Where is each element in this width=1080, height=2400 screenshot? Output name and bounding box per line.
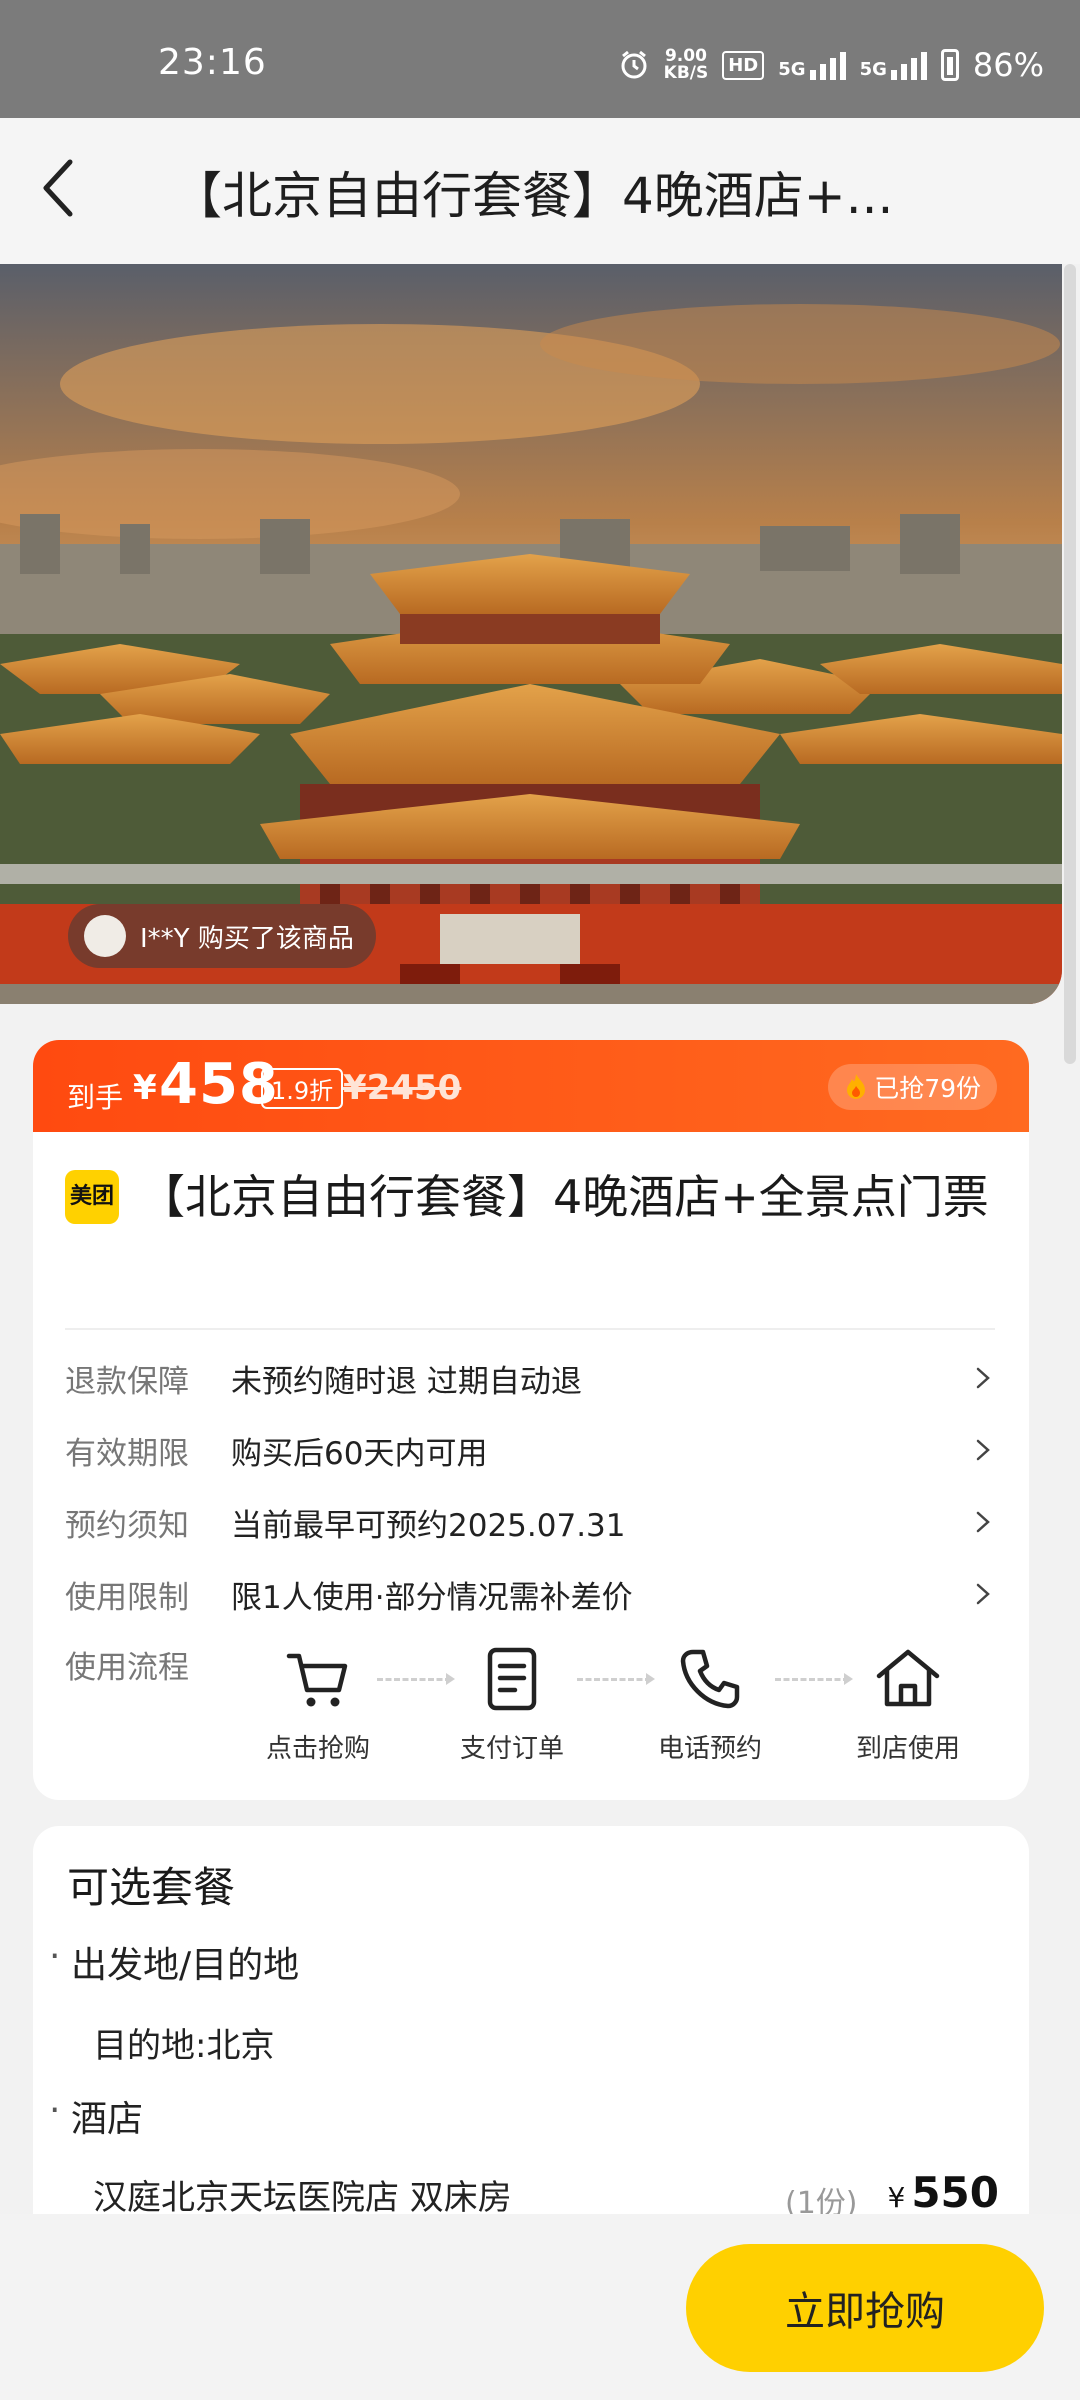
row-value: 购买后60天内可用 xyxy=(231,1435,488,1472)
status-bar: 23:16 9.00 KB/S HD 5G 5G 86% xyxy=(0,0,1080,118)
sold-text: 已抢79份 xyxy=(874,1074,981,1103)
sold-badge: 已抢79份 xyxy=(828,1064,997,1110)
chevron-right-icon xyxy=(976,1367,990,1389)
step-arrow xyxy=(577,1673,655,1685)
discount-badge: 1.9折 xyxy=(261,1068,344,1109)
row-value: 当前最早可预约2025.07.31 xyxy=(231,1507,626,1544)
top-nav: 【北京自由行套餐】4晚酒店+... xyxy=(0,118,1080,264)
divider xyxy=(65,1328,995,1330)
row-key: 预约须知 xyxy=(65,1507,189,1544)
step-call: 电话预约 xyxy=(645,1644,775,1765)
chevron-right-icon xyxy=(976,1439,990,1461)
product-info-card: 【北京自由行套餐】4晚酒店+全景点门票 美团 退款保障 未预约随时退 过期自动退… xyxy=(33,1132,1029,1800)
signal-bars-icon xyxy=(890,50,927,80)
row-value: 未预约随时退 过期自动退 xyxy=(231,1363,582,1400)
hotel-price-amount: 550 xyxy=(911,2168,999,2217)
step-label: 点击抢购 xyxy=(265,1734,370,1764)
row-key: 有效期限 xyxy=(65,1435,189,1472)
battery-icon xyxy=(940,49,959,81)
hotel-name[interactable]: 汉庭北京天坛医院店 双床房 xyxy=(93,2170,512,2219)
page-title: 【北京自由行套餐】4晚酒店+... xyxy=(172,167,894,225)
destination-value: 目的地:北京 xyxy=(93,2026,275,2066)
signal-bars-icon xyxy=(809,50,846,80)
info-row-refund[interactable]: 退款保障 未预约随时退 过期自动退 xyxy=(65,1348,995,1408)
phone-icon xyxy=(680,1649,740,1709)
recent-buyer-text: I**Y 购买了该商品 xyxy=(140,923,354,954)
network-type-1: 5G xyxy=(778,59,806,80)
row-value: 限1人使用·部分情况需补差价 xyxy=(231,1579,633,1616)
flame-icon xyxy=(847,1074,866,1099)
step-arrow xyxy=(377,1673,455,1685)
chevron-right-icon xyxy=(976,1511,990,1533)
step-purchase: 点击抢购 xyxy=(253,1644,383,1765)
product-image[interactable] xyxy=(0,264,1062,1004)
network-speed-unit: KB/S xyxy=(663,63,709,83)
alarm-icon xyxy=(621,50,647,79)
avatar xyxy=(84,915,126,957)
home-icon xyxy=(876,1649,940,1707)
status-icons: 9.00 KB/S HD 5G 5G 86% xyxy=(618,46,1044,84)
network-type-2: 5G xyxy=(859,59,887,80)
package-title: 可选套餐 xyxy=(67,1863,236,1912)
hd-icon: HD xyxy=(722,50,765,80)
product-title: 【北京自由行套餐】4晚酒店+全景点门票 xyxy=(139,1170,989,1224)
step-pay: 支付订单 xyxy=(447,1644,577,1765)
price-currency: ¥ xyxy=(133,1068,157,1108)
section-origin-destination: 出发地/目的地 xyxy=(49,1936,299,1988)
price-label: 到手 xyxy=(67,1081,124,1114)
back-button[interactable] xyxy=(30,148,110,228)
chevron-left-icon xyxy=(43,159,73,217)
hotel-price-currency: ¥ xyxy=(887,2181,906,2214)
chevron-right-icon xyxy=(976,1583,990,1605)
price-banner: 到手 ¥ 458 1.9折 ¥2450 已抢79份 xyxy=(33,1040,1029,1132)
signal-1: 5G xyxy=(778,50,846,80)
status-time: 23:16 xyxy=(158,42,267,83)
hotel-price: ¥550 xyxy=(888,2168,1000,2217)
row-key: 使用限制 xyxy=(65,1579,189,1616)
cart-icon xyxy=(286,1653,348,1707)
recent-buyer-badge: I**Y 购买了该商品 xyxy=(68,904,376,968)
info-row-validity[interactable]: 有效期限 购买后60天内可用 xyxy=(65,1420,995,1480)
scrollbar[interactable] xyxy=(1064,264,1076,1064)
usage-flow-label: 使用流程 xyxy=(65,1650,189,1686)
step-arrow xyxy=(775,1673,853,1685)
original-price: ¥2450 xyxy=(343,1068,462,1108)
step-visit: 到店使用 xyxy=(843,1644,973,1765)
meituan-logo: 美团 xyxy=(65,1170,119,1224)
step-label: 支付订单 xyxy=(459,1734,564,1764)
step-label: 电话预约 xyxy=(657,1734,762,1764)
document-icon xyxy=(487,1647,537,1711)
buy-now-button[interactable]: 立即抢购 xyxy=(686,2244,1044,2372)
signal-2: 5G xyxy=(860,50,927,80)
forbidden-city-image xyxy=(0,264,1062,1004)
bottom-bar: 立即抢购 xyxy=(0,2214,1080,2400)
step-label: 到店使用 xyxy=(855,1734,960,1764)
info-row-limits[interactable]: 使用限制 限1人使用·部分情况需补差价 xyxy=(65,1564,995,1624)
battery-percent: 86% xyxy=(972,46,1044,84)
info-row-booking[interactable]: 预约须知 当前最早可预约2025.07.31 xyxy=(65,1492,995,1552)
network-speed: 9.00 KB/S xyxy=(664,48,709,82)
section-hotel: 酒店 xyxy=(49,2090,143,2142)
row-key: 退款保障 xyxy=(65,1363,189,1400)
